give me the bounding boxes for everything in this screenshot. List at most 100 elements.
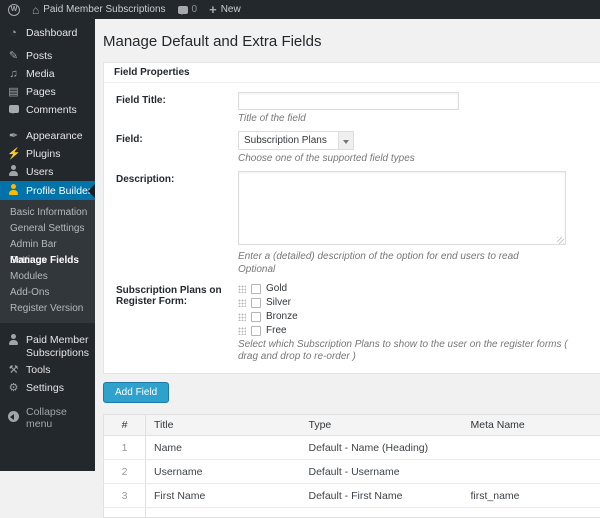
new-label: New — [221, 4, 241, 15]
column-header-type: Type — [301, 415, 463, 436]
table-row[interactable]: 1 Name Default - Name (Heading) — [104, 436, 600, 460]
description-row: Description: Enter a (detailed) descript… — [116, 171, 588, 276]
field-properties-panel: Field Properties Field Title: Title of t… — [103, 62, 600, 374]
media-icon: ♫ — [7, 69, 20, 80]
comments-bubble-icon — [178, 6, 188, 14]
field-title-input[interactable] — [238, 92, 459, 110]
appearance-icon: ✒ — [7, 131, 20, 142]
menu-separator — [0, 119, 95, 127]
field-type-select[interactable]: Subscription Plans — [238, 131, 354, 150]
table-row[interactable]: 2 Username Default - Username — [104, 460, 600, 484]
plan-checkbox-bronze[interactable] — [251, 312, 261, 322]
sidebar-item-label: Appearance — [26, 130, 83, 142]
row-meta-name — [463, 460, 600, 484]
sidebar-item-posts[interactable]: ✎ Posts — [0, 47, 95, 65]
row-number: 1 — [104, 436, 146, 460]
sidebar-item-pages[interactable]: ▤ Pages — [0, 83, 95, 101]
sidebar-item-users[interactable]: Users — [0, 163, 95, 181]
plan-checkbox-silver[interactable] — [251, 298, 261, 308]
row-number: 2 — [104, 460, 146, 484]
sidebar-item-label: Users — [26, 166, 53, 178]
site-name-label: Paid Member Subscriptions — [43, 4, 165, 15]
drag-handle-icon[interactable] — [238, 285, 246, 293]
collapse-icon — [7, 411, 20, 425]
row-number: 3 — [104, 484, 146, 508]
subscription-plans-row: Subscription Plans on Register Form: Gol… — [116, 282, 588, 363]
pages-icon: ▤ — [7, 87, 20, 98]
submenu-item-admin-bar-settings[interactable]: Admin Bar Settings — [0, 237, 95, 253]
row-type: Default - First Name — [301, 484, 463, 508]
submenu-item-general-settings[interactable]: General Settings — [0, 221, 95, 237]
plan-checkbox-gold[interactable] — [251, 284, 261, 294]
drag-handle-icon[interactable] — [238, 327, 246, 335]
sidebar-item-paid-member-subscriptions[interactable]: Paid Member Subscriptions — [0, 331, 95, 361]
submenu-item-add-ons[interactable]: Add-Ons — [0, 285, 95, 301]
sidebar-item-label: Comments — [26, 104, 77, 116]
sidebar-item-media[interactable]: ♫ Media — [0, 65, 95, 83]
field-title-row: Field Title: Title of the field — [116, 92, 588, 125]
field-type-selected-value: Subscription Plans — [239, 135, 338, 146]
chevron-down-icon — [338, 132, 353, 149]
submenu-item-basic-information[interactable]: Basic Information — [0, 205, 95, 221]
admin-sidebar: ◔ Dashboard ✎ Posts ♫ Media ▤ Pages Comm… — [0, 19, 95, 471]
new-content-menu[interactable]: + New — [209, 3, 241, 16]
submenu-item-modules[interactable]: Modules — [0, 269, 95, 285]
submenu-item-manage-fields[interactable]: Manage Fields — [0, 253, 95, 269]
sidebar-item-label: Tools — [26, 364, 51, 376]
collapse-menu-button[interactable]: Collapse menu — [0, 409, 95, 427]
description-help-line2: Optional — [238, 264, 566, 276]
sidebar-item-tools[interactable]: ⚒ Tools — [0, 361, 95, 379]
table-row[interactable]: 3 First Name Default - First Name first_… — [104, 484, 600, 508]
sidebar-item-settings[interactable]: ⚙ Settings — [0, 379, 95, 397]
sidebar-item-label: Media — [26, 68, 55, 80]
site-name-link[interactable]: ⌂ Paid Member Subscriptions — [32, 4, 166, 16]
plan-option-silver: Silver — [238, 296, 588, 309]
profile-builder-submenu: Basic Information General Settings Admin… — [0, 200, 95, 323]
wordpress-logo-menu[interactable]: W — [8, 4, 20, 16]
collapse-menu-label: Collapse menu — [26, 406, 95, 430]
drag-handle-icon[interactable] — [238, 313, 246, 321]
row-meta-name — [463, 436, 600, 460]
sidebar-item-comments[interactable]: Comments — [0, 101, 95, 119]
field-title-label: Field Title: — [116, 92, 238, 125]
plan-label: Bronze — [266, 311, 298, 322]
sidebar-item-label: Posts — [26, 50, 52, 62]
sidebar-item-profile-builder[interactable]: Profile Builder — [0, 181, 95, 200]
description-textarea[interactable] — [238, 171, 566, 245]
row-type: Default - Username — [301, 460, 463, 484]
row-meta-name: first_name — [463, 484, 600, 508]
sidebar-item-plugins[interactable]: ⚡ Plugins — [0, 145, 95, 163]
sidebar-item-dashboard[interactable]: ◔ Dashboard — [0, 24, 95, 42]
plugins-icon: ⚡ — [7, 149, 20, 160]
table-row-partial[interactable] — [104, 508, 600, 518]
field-title-help: Title of the field — [238, 113, 459, 125]
plan-label: Free — [266, 325, 287, 336]
home-icon: ⌂ — [32, 4, 39, 16]
plan-option-gold: Gold — [238, 282, 588, 295]
subscription-plans-label: Subscription Plans on Register Form: — [116, 282, 238, 363]
sidebar-item-label: Pages — [26, 86, 56, 98]
page-title: Manage Default and Extra Fields — [103, 33, 600, 50]
field-type-row: Field: Subscription Plans Choose one of … — [116, 131, 588, 165]
sidebar-item-label: Dashboard — [26, 27, 77, 39]
panel-title: Field Properties — [104, 63, 600, 83]
add-field-button[interactable]: Add Field — [103, 382, 169, 403]
plus-icon: + — [209, 3, 217, 16]
submenu-item-register-version[interactable]: Register Version — [0, 301, 95, 317]
plan-checkbox-free[interactable] — [251, 326, 261, 336]
fields-table: # Title Type Meta Name 1 Name Default - … — [103, 414, 600, 518]
row-title: Name — [146, 436, 301, 460]
comments-icon — [7, 105, 20, 116]
sidebar-item-label: Profile Builder — [26, 185, 91, 197]
profile-builder-icon — [7, 184, 20, 198]
comments-admin-bar-link[interactable]: 0 — [178, 4, 198, 15]
dashboard-icon: ◔ — [7, 28, 20, 39]
description-label: Description: — [116, 171, 238, 276]
row-type: Default - Name (Heading) — [301, 436, 463, 460]
wordpress-logo-icon: W — [8, 4, 20, 16]
drag-handle-icon[interactable] — [238, 299, 246, 307]
plan-option-bronze: Bronze — [238, 310, 588, 323]
row-title: First Name — [146, 484, 301, 508]
sidebar-item-appearance[interactable]: ✒ Appearance — [0, 127, 95, 145]
column-header-meta-name: Meta Name — [463, 415, 600, 436]
